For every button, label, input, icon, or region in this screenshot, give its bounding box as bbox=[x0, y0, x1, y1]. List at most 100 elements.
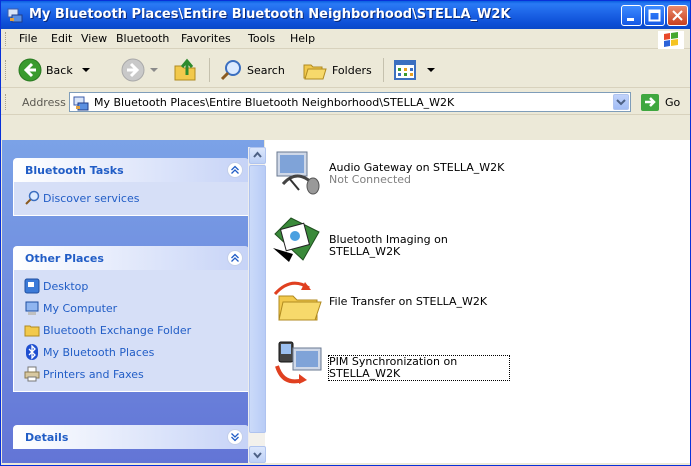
service-item-bluetooth-imaging[interactable]: Bluetooth Imaging on STELLA_W2K bbox=[269, 214, 509, 268]
printer-icon bbox=[24, 366, 40, 382]
place-label: My Bluetooth Places bbox=[43, 345, 155, 359]
service-item-file-transfer[interactable]: File Transfer on STELLA_W2K bbox=[269, 274, 509, 328]
maximize-icon bbox=[648, 9, 661, 22]
vertical-scrollbar[interactable] bbox=[248, 147, 266, 463]
forward-button[interactable] bbox=[121, 57, 160, 83]
explorer-window: My Bluetooth Places\Entire Bluetooth Nei… bbox=[0, 0, 691, 466]
place-desktop-link[interactable]: Desktop bbox=[24, 275, 248, 297]
place-label: Bluetooth Exchange Folder bbox=[43, 323, 192, 337]
menu-view[interactable]: View bbox=[81, 32, 107, 45]
scroll-down-icon bbox=[253, 452, 262, 459]
views-dropdown-icon[interactable] bbox=[425, 65, 437, 75]
discover-services-link[interactable]: Discover services bbox=[24, 187, 248, 209]
service-item-pim-sync[interactable]: PIM Synchronization on STELLA_W2K bbox=[269, 336, 510, 390]
address-bar: Address My Bluetooth Places\Entire Bluet… bbox=[1, 89, 690, 115]
maximize-button[interactable] bbox=[644, 5, 665, 26]
service-status: Not Connected bbox=[329, 173, 412, 186]
panel-title: Bluetooth Tasks bbox=[25, 164, 124, 177]
place-my-computer-link[interactable]: My Computer bbox=[24, 297, 248, 319]
chevron-down-icon bbox=[616, 99, 626, 106]
menu-help[interactable]: Help bbox=[290, 32, 315, 45]
bluetooth-places-icon bbox=[7, 8, 23, 23]
place-my-bluetooth-places-link[interactable]: My Bluetooth Places bbox=[24, 341, 248, 363]
back-button[interactable]: Back bbox=[18, 57, 92, 83]
folders-icon bbox=[303, 64, 327, 80]
back-label: Back bbox=[46, 63, 73, 77]
scroll-thumb[interactable] bbox=[249, 165, 266, 433]
other-places-body: Desktop My Computer Bluetooth Exchange F… bbox=[13, 270, 249, 392]
panel-title: Details bbox=[25, 431, 69, 444]
menu-tools[interactable]: Tools bbox=[248, 32, 275, 45]
place-printers-faxes-link[interactable]: Printers and Faxes bbox=[24, 363, 248, 385]
panel-title: Other Places bbox=[25, 252, 104, 265]
bluetooth-tasks-header[interactable]: Bluetooth Tasks bbox=[13, 158, 249, 182]
place-label: Printers and Faxes bbox=[43, 367, 144, 381]
go-button[interactable] bbox=[641, 94, 659, 111]
forward-dropdown-icon[interactable] bbox=[148, 65, 160, 75]
task-label: Discover services bbox=[43, 191, 140, 205]
search-button[interactable]: Search bbox=[219, 57, 285, 83]
address-value: My Bluetooth Places\Entire Bluetooth Nei… bbox=[94, 96, 455, 109]
expand-icon[interactable] bbox=[227, 429, 243, 445]
close-icon bbox=[672, 10, 683, 21]
desktop-icon bbox=[24, 278, 40, 294]
folders-label: Folders bbox=[332, 63, 372, 77]
folder-icon bbox=[24, 325, 40, 337]
toolbar-grip[interactable] bbox=[5, 60, 8, 80]
bluetooth-tasks-body: Discover services bbox=[13, 182, 249, 216]
go-label[interactable]: Go bbox=[665, 96, 680, 109]
imaging-icon bbox=[273, 217, 320, 262]
menu-bar: File Edit View Bluetooth Favorites Tools… bbox=[1, 29, 690, 49]
place-bluetooth-exchange-link[interactable]: Bluetooth Exchange Folder bbox=[24, 319, 248, 341]
windows-logo-icon bbox=[658, 31, 684, 49]
forward-arrow-icon bbox=[121, 58, 145, 82]
views-icon bbox=[394, 60, 416, 80]
menu-grip[interactable] bbox=[5, 32, 8, 46]
window-title: My Bluetooth Places\Entire Bluetooth Nei… bbox=[29, 7, 511, 22]
service-item-audio-gateway[interactable]: Audio Gateway on STELLA_W2K Not Connecte… bbox=[269, 146, 509, 200]
up-folder-button[interactable] bbox=[173, 57, 199, 83]
other-places-header[interactable]: Other Places bbox=[13, 246, 249, 270]
place-label: My Computer bbox=[43, 301, 118, 315]
scroll-down-button[interactable] bbox=[249, 446, 266, 463]
search-icon bbox=[220, 60, 241, 81]
service-title-cont: STELLA_W2K bbox=[329, 245, 401, 258]
collapse-icon[interactable] bbox=[227, 250, 243, 266]
my-computer-icon bbox=[25, 301, 39, 315]
scroll-up-icon bbox=[253, 151, 262, 158]
service-name: File Transfer on STELLA_W2K bbox=[329, 296, 509, 308]
address-input[interactable]: My Bluetooth Places\Entire Bluetooth Nei… bbox=[69, 92, 631, 112]
title-bar[interactable]: My Bluetooth Places\Entire Bluetooth Nei… bbox=[1, 1, 690, 29]
views-button[interactable] bbox=[393, 57, 437, 83]
service-name: PIM Synchronization on STELLA_W2K bbox=[328, 355, 510, 381]
menu-file[interactable]: File bbox=[19, 32, 37, 45]
address-grip[interactable] bbox=[5, 94, 8, 110]
address-dropdown-button[interactable] bbox=[613, 94, 629, 110]
search-label: Search bbox=[247, 63, 285, 77]
menu-edit[interactable]: Edit bbox=[51, 32, 72, 45]
close-button[interactable] bbox=[667, 5, 688, 26]
bluetooth-tasks-panel: Bluetooth Tasks Discover services bbox=[13, 158, 249, 216]
pim-sync-icon bbox=[275, 341, 322, 384]
back-dropdown-icon[interactable] bbox=[80, 65, 92, 75]
magnifier-icon bbox=[25, 190, 40, 205]
details-header[interactable]: Details bbox=[13, 425, 249, 449]
address-label: Address bbox=[22, 96, 66, 109]
place-label: Desktop bbox=[43, 279, 89, 293]
details-panel: Details bbox=[13, 425, 249, 449]
minimize-button[interactable] bbox=[621, 5, 642, 26]
folders-button[interactable]: Folders bbox=[302, 57, 372, 83]
content-view: Audio Gateway on STELLA_W2K Not Connecte… bbox=[265, 140, 690, 463]
toolbar-separator bbox=[383, 58, 384, 82]
menu-favorites[interactable]: Favorites bbox=[181, 32, 231, 45]
service-name: Bluetooth Imaging on STELLA_W2K bbox=[329, 234, 509, 258]
standard-toolbar: Back Search Folders bbox=[1, 50, 690, 88]
task-pane: Bluetooth Tasks Discover services Other … bbox=[2, 140, 264, 463]
service-name: Audio Gateway on STELLA_W2K Not Connecte… bbox=[329, 162, 509, 186]
scroll-up-button[interactable] bbox=[249, 147, 266, 164]
bluetooth-icon bbox=[26, 344, 38, 360]
back-arrow-icon bbox=[18, 58, 42, 82]
collapse-icon[interactable] bbox=[227, 162, 243, 178]
menu-bluetooth[interactable]: Bluetooth bbox=[116, 32, 169, 45]
up-folder-icon bbox=[174, 58, 196, 81]
